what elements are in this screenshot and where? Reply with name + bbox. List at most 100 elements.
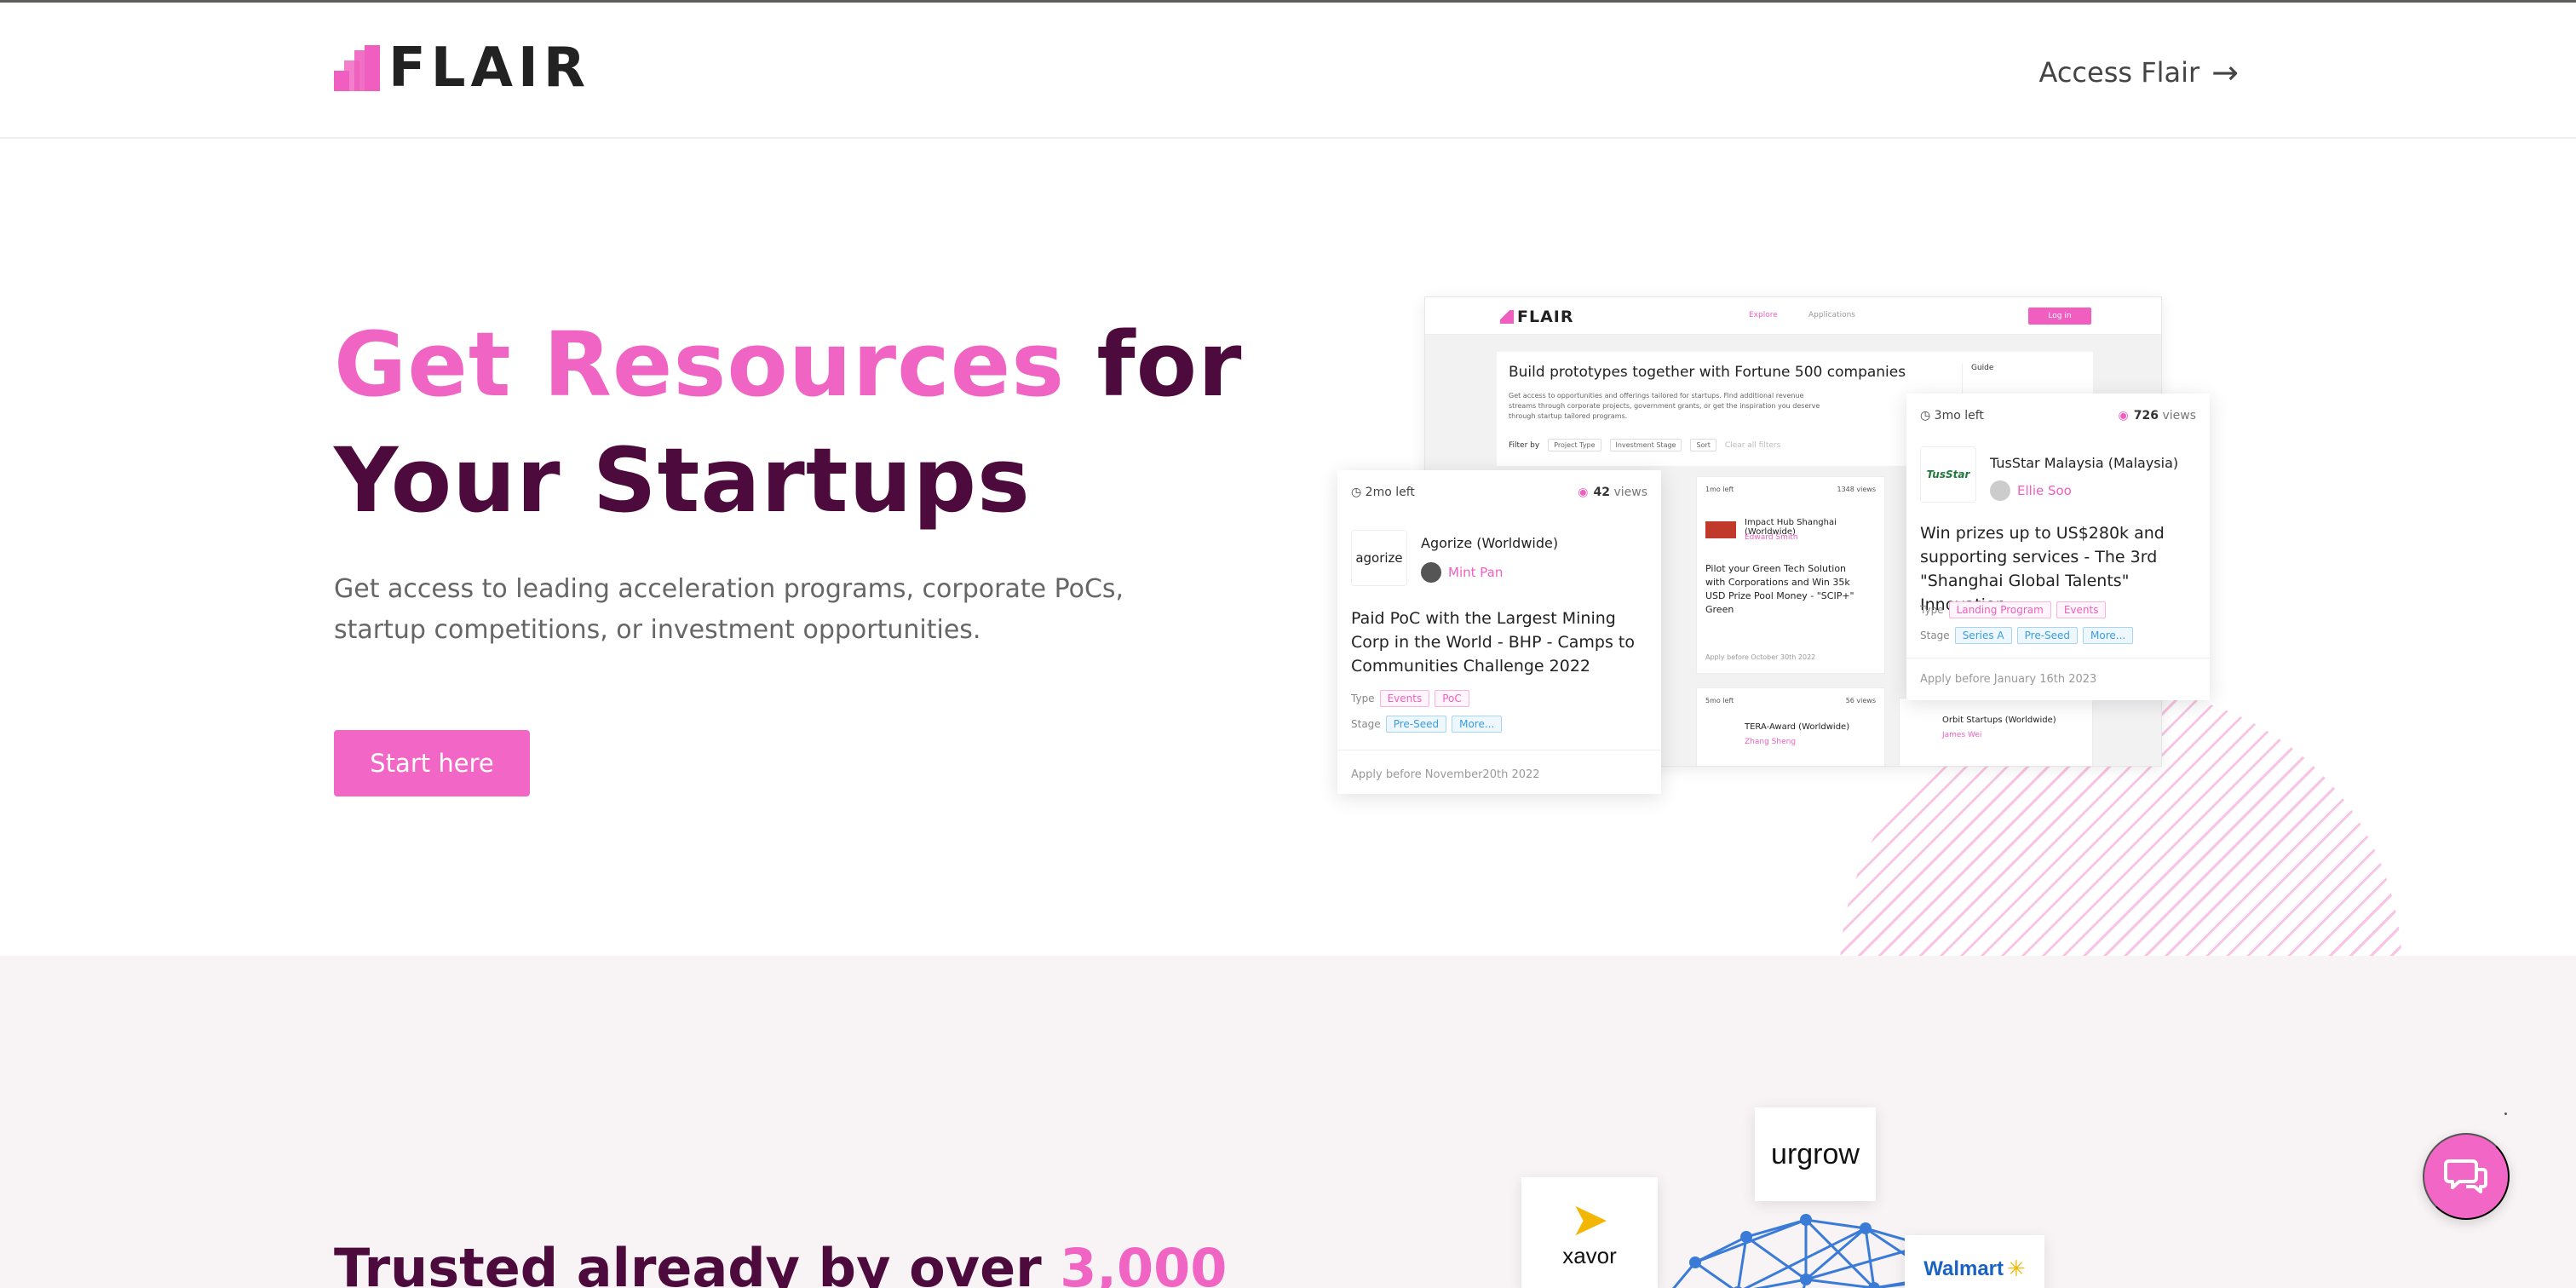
trusted-title: Trusted already by over 3,000 [334, 1237, 1227, 1288]
card-views: ◉ 42 views [1578, 486, 1647, 499]
hero-illustration: FLAIR Explore Applications Log in Build … [1329, 290, 2453, 1288]
flair-logo-icon [334, 45, 380, 91]
type-label: Type [1920, 604, 1944, 616]
app-mockup-filters: Filter by Project Type Investment Stage … [1509, 439, 1780, 451]
mini-card-org: TERA-Award (Worldwide) [1745, 722, 1850, 732]
mini-card-person: Zhang Sheng [1745, 738, 1797, 746]
card-time-text: 3mo left [1934, 409, 1984, 423]
eye-icon: ◉ [2118, 409, 2129, 423]
tag-poc: PoC [1435, 690, 1469, 707]
stage-label: Stage [1920, 630, 1950, 641]
xavor-logo: xavor [1562, 1242, 1617, 1268]
card-views-label: views [2162, 409, 2196, 423]
decorative-dot [2504, 1113, 2507, 1115]
card-views-count: 42 [1593, 486, 1610, 499]
tag-events: Events [2056, 601, 2107, 618]
mini-card-tera: 5mo left 56 views TERA-Award (Worldwide)… [1696, 687, 1885, 766]
app-mockup-login: Log in [2028, 308, 2091, 325]
card-views-count: 726 [2133, 409, 2159, 423]
trusted-title-count: 3,000 [1060, 1237, 1228, 1288]
eye-icon: ◉ [1578, 486, 1589, 499]
card-views-label: views [1613, 486, 1647, 499]
card-type-row: Type Events PoC [1351, 690, 1469, 707]
opportunity-card-agorize[interactable]: ◷ 2mo left ◉ 42 views agorize Agorize (Wo… [1337, 470, 1661, 794]
impact-hub-logo [1705, 521, 1736, 538]
hero-title: Get Resources for Your Startups [334, 307, 1271, 538]
card-person-name: Ellie Soo [2017, 483, 2072, 498]
filter-sort: Sort [1690, 439, 1716, 451]
card-person: Mint Pan [1421, 562, 1503, 583]
trusted-title-prefix: Trusted already by over [334, 1237, 1042, 1288]
card-apply: Apply before November20th 2022 [1351, 768, 1540, 781]
card-stage-row: Stage Series A Pre-Seed More... [1920, 627, 2134, 644]
card-apply: Apply before January 16th 2023 [1920, 673, 2097, 686]
app-mockup-logo-text: FLAIR [1517, 308, 1574, 326]
mini-card-orbit: Orbit Startups (Worldwide) James Wei [1899, 698, 2093, 766]
trusted-section: urgrow ➤ xavor Walmart ✳ Trusted already… [0, 956, 2576, 1288]
mini-card-org: Orbit Startups (Worldwide) [1942, 716, 2056, 725]
app-mockup-logo: FLAIR [1500, 308, 1574, 326]
app-mockup-heading: Build prototypes together with Fortune 5… [1509, 364, 1906, 381]
card-org: TusStar Malaysia (Malaysia) [1990, 455, 2179, 471]
card-time-left: ◷ 2mo left [1351, 486, 1415, 499]
flair-logo-icon [1500, 310, 1514, 324]
app-mockup-explore: Explore [1749, 311, 1778, 319]
app-mockup-description: Get access to opportunities and offering… [1509, 392, 1820, 420]
site-header: FLAIR Access Flair → [0, 3, 2576, 139]
card-person: Ellie Soo [1990, 480, 2072, 501]
app-mockup-applications: Applications [1808, 311, 1855, 319]
chat-support-button[interactable] [2423, 1133, 2510, 1220]
filter-project-type: Project Type [1548, 439, 1601, 451]
tag-events: Events [1379, 690, 1430, 707]
app-mockup-nav: FLAIR Explore Applications Log in [1425, 297, 2161, 335]
filter-investment-stage: Investment Stage [1609, 439, 1682, 451]
xavor-mark-icon: ➤ [1570, 1192, 1609, 1246]
mini-card-person: James Wei [1942, 731, 1982, 739]
hero-subtitle: Get access to leading acceleration progr… [334, 574, 1124, 645]
start-here-button[interactable]: Start here [334, 730, 530, 796]
mini-card-title: Pilot your Green Tech Solution with Corp… [1705, 563, 1854, 615]
access-flair-link[interactable]: Access Flair → [2038, 54, 2239, 91]
agorize-logo-text: agorize [1355, 550, 1403, 566]
mini-card-views: 56 views [1845, 697, 1876, 704]
card-title: Paid PoC with the Largest Mining Corp in… [1351, 609, 1635, 676]
filter-clear: Clear all filters [1724, 440, 1781, 450]
type-label: Type [1351, 693, 1375, 704]
tag-more: More... [1452, 716, 1503, 733]
stage-label: Stage [1351, 718, 1381, 730]
mini-card-time: 5mo left [1705, 697, 1734, 704]
urgrow-logo: urgrow [1771, 1137, 1860, 1170]
agorize-logo: agorize [1351, 530, 1407, 586]
brand-xavor: ➤ xavor [1521, 1177, 1658, 1288]
flair-logo[interactable]: FLAIR [334, 37, 591, 100]
mini-card-person: Edward Smith [1745, 533, 1798, 542]
avatar [1421, 562, 1441, 583]
card-org: Agorize (Worldwide) [1421, 535, 1559, 551]
mini-card-time: 1mo left [1705, 486, 1734, 493]
filter-by-label: Filter by [1509, 440, 1540, 450]
tag-series-a: Series A [1954, 627, 2012, 644]
card-views: ◉ 726 views [2119, 409, 2196, 423]
avatar [1990, 480, 2010, 501]
hero-title-part2: Your Startups [334, 428, 1031, 532]
walmart-logo: Walmart [1923, 1257, 2004, 1280]
arrow-right-icon: → [2211, 54, 2239, 91]
brand-walmart: Walmart ✳ [1905, 1235, 2044, 1288]
logo-text: FLAIR [388, 37, 591, 100]
tag-more: More... [2083, 627, 2134, 644]
brand-urgrow: urgrow [1755, 1107, 1876, 1201]
chat-bubbles-icon [2444, 1159, 2487, 1193]
mini-card-views: 1348 views [1837, 486, 1877, 493]
card-time-text: 2mo left [1365, 486, 1415, 499]
card-type-row: Type Landing Program Events [1920, 601, 2107, 618]
card-time-left: ◷ 3mo left [1920, 409, 1984, 423]
walmart-spark-icon: ✳ [2007, 1256, 2026, 1282]
tusstar-logo: TusStar [1920, 446, 1976, 503]
tag-pre-seed: Pre-Seed [1385, 716, 1447, 733]
hero-title-highlight: Get Resources [334, 313, 1066, 417]
mini-card-impact-hub: 1mo left 1348 views Impact Hub Shanghai … [1696, 476, 1885, 674]
hero-title-part1: for [1096, 313, 1243, 417]
tag-pre-seed: Pre-Seed [2016, 627, 2079, 644]
tusstar-logo-text: TusStar [1926, 469, 1970, 480]
opportunity-card-tusstar[interactable]: ◷ 3mo left ◉ 726 views TusStar TusStar Ma… [1906, 394, 2210, 700]
